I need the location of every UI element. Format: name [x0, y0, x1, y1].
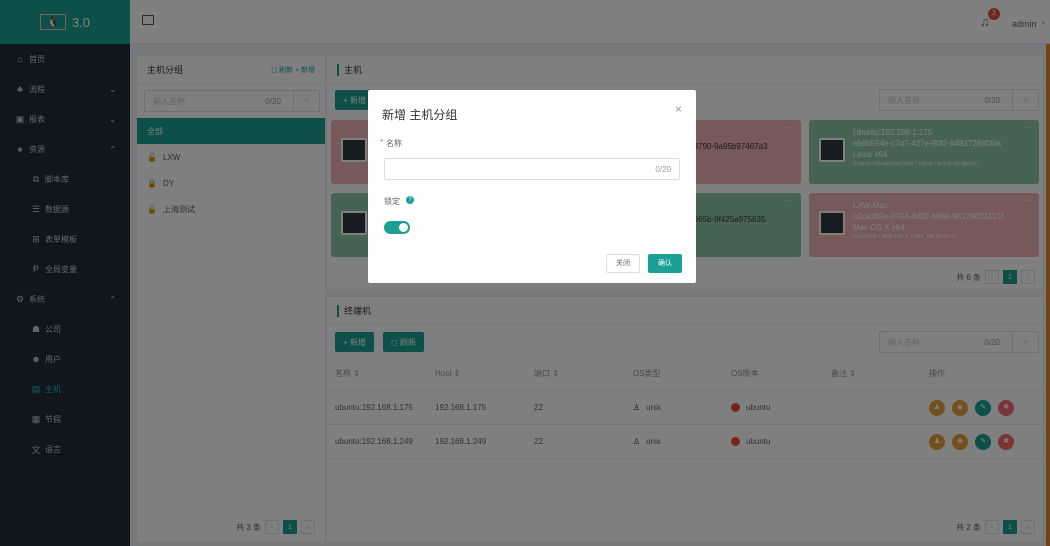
- lock-toggle[interactable]: [384, 221, 410, 234]
- name-counter: 0/20: [655, 164, 671, 174]
- dialog-title: 新增 主机分组: [382, 108, 458, 122]
- add-host-group-dialog: 新增 主机分组 × * 名称 0/20 锁定 ? 关闭 确认: [368, 90, 696, 283]
- help-icon[interactable]: ?: [406, 196, 414, 204]
- required-mark: *: [380, 138, 384, 147]
- lock-label: 锁定: [384, 197, 400, 206]
- group-name-input[interactable]: 0/20: [384, 158, 680, 180]
- close-icon[interactable]: ×: [675, 102, 682, 116]
- name-label: 名称: [386, 139, 402, 148]
- toggle-knob: [399, 223, 408, 232]
- confirm-button[interactable]: 确认: [648, 254, 682, 273]
- cancel-button[interactable]: 关闭: [606, 254, 640, 273]
